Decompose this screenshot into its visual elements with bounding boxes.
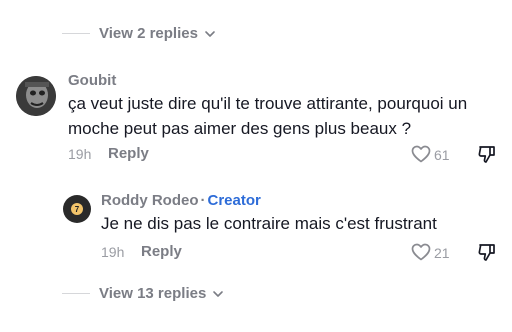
chevron-down-icon (205, 30, 215, 37)
comment-username[interactable]: Goubit (68, 72, 116, 89)
reply-username[interactable]: Roddy Rodeo (101, 192, 199, 209)
reply-time: 19h (101, 244, 125, 260)
reply-like-button[interactable] (410, 241, 432, 263)
heart-outline-icon (411, 145, 431, 163)
thread-divider-bottom (62, 293, 90, 294)
heart-outline-icon (411, 243, 431, 261)
reply-text: Je ne dis pas le contraire mais c'est fr… (101, 214, 437, 233)
thumb-down-icon (478, 146, 495, 163)
comment-like-button[interactable] (410, 143, 432, 165)
comment-dislike-button[interactable] (476, 143, 498, 165)
view-replies-top-button[interactable]: View 2 replies (99, 25, 216, 42)
reply-dislike-button[interactable] (476, 241, 498, 263)
avatar-goubit[interactable] (16, 76, 56, 116)
comment-text: ça veut juste dire qu'il te trouve attir… (68, 94, 468, 138)
reply-like-count: 21 (434, 245, 450, 261)
creator-badge: Creator (207, 192, 261, 209)
chevron-down-icon (213, 290, 224, 297)
reply-reply-button[interactable]: Reply (141, 243, 182, 260)
view-replies-top-label: View 2 replies (99, 25, 198, 42)
reply-username-row: Roddy Rodeo · Creator (101, 192, 261, 209)
comment-like-count: 61 (434, 147, 450, 163)
thumb-down-icon (478, 244, 495, 261)
view-replies-bottom-button[interactable]: View 13 replies (99, 285, 224, 302)
avatar-ball-icon: 7 (71, 203, 83, 215)
view-replies-bottom-label: View 13 replies (99, 285, 207, 302)
thread-divider-top (62, 33, 90, 34)
avatar-image (16, 76, 56, 116)
comment-time: 19h (68, 146, 92, 162)
comment-reply-button[interactable]: Reply (108, 145, 149, 162)
avatar-roddy-rodeo[interactable]: 7 (63, 195, 91, 223)
reply-separator: · (200, 192, 206, 209)
